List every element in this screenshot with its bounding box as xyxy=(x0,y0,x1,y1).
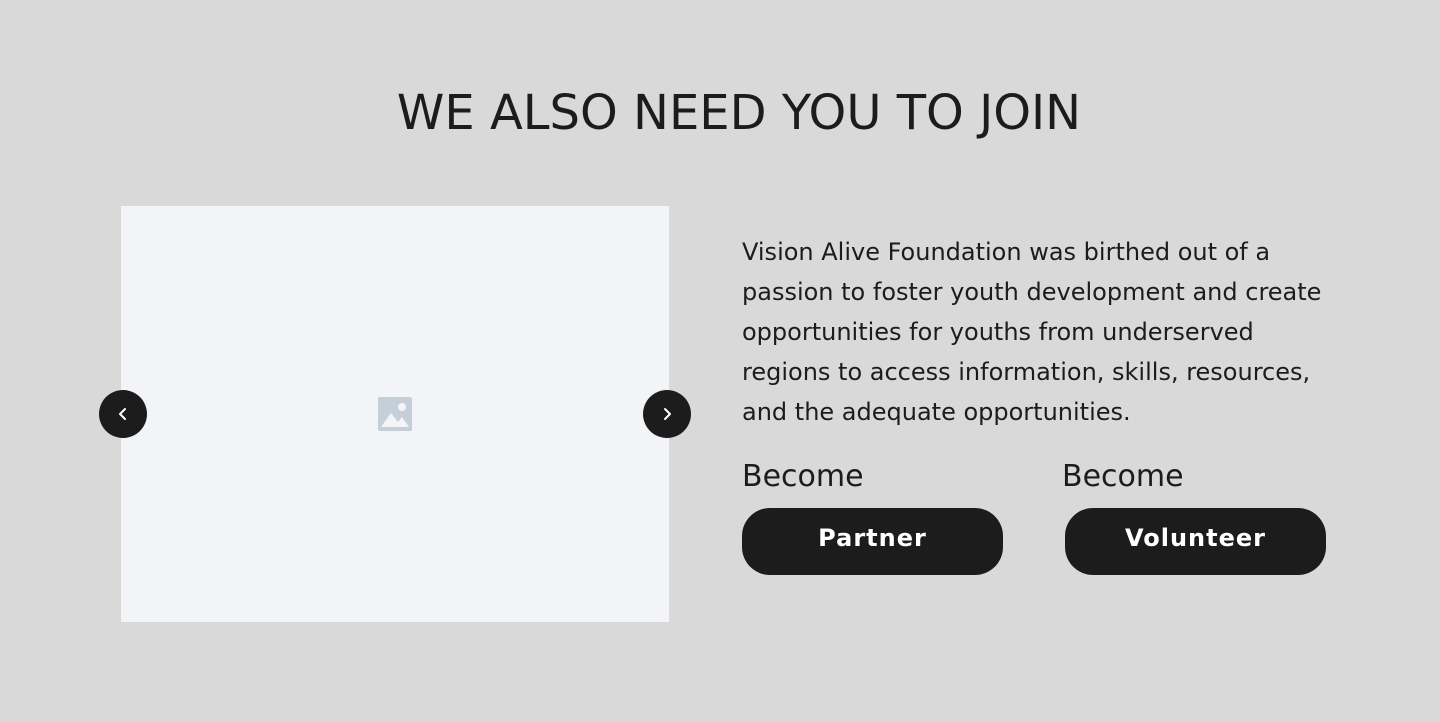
volunteer-button[interactable]: Volunteer xyxy=(1065,508,1326,575)
chevron-right-icon xyxy=(664,408,671,420)
cta-volunteer: Become Volunteer xyxy=(1062,458,1326,575)
section-description: Vision Alive Foundation was birthed out … xyxy=(742,238,1322,426)
chevron-left-icon xyxy=(119,408,126,420)
section-title: WE ALSO NEED YOU TO JOIN xyxy=(396,85,1082,141)
image-placeholder-icon xyxy=(378,397,412,431)
cta-label: Become xyxy=(1062,459,1184,494)
cta-label: Become xyxy=(742,459,864,494)
partner-button[interactable]: Partner xyxy=(742,508,1003,575)
cta-partner: Become Partner xyxy=(742,458,1004,575)
slider-prev-button[interactable] xyxy=(99,390,147,438)
slider-next-button[interactable] xyxy=(643,390,691,438)
slider-image xyxy=(121,206,669,622)
join-section: WE ALSO NEED YOU TO JOIN Vision Alive Fo… xyxy=(0,0,1440,722)
